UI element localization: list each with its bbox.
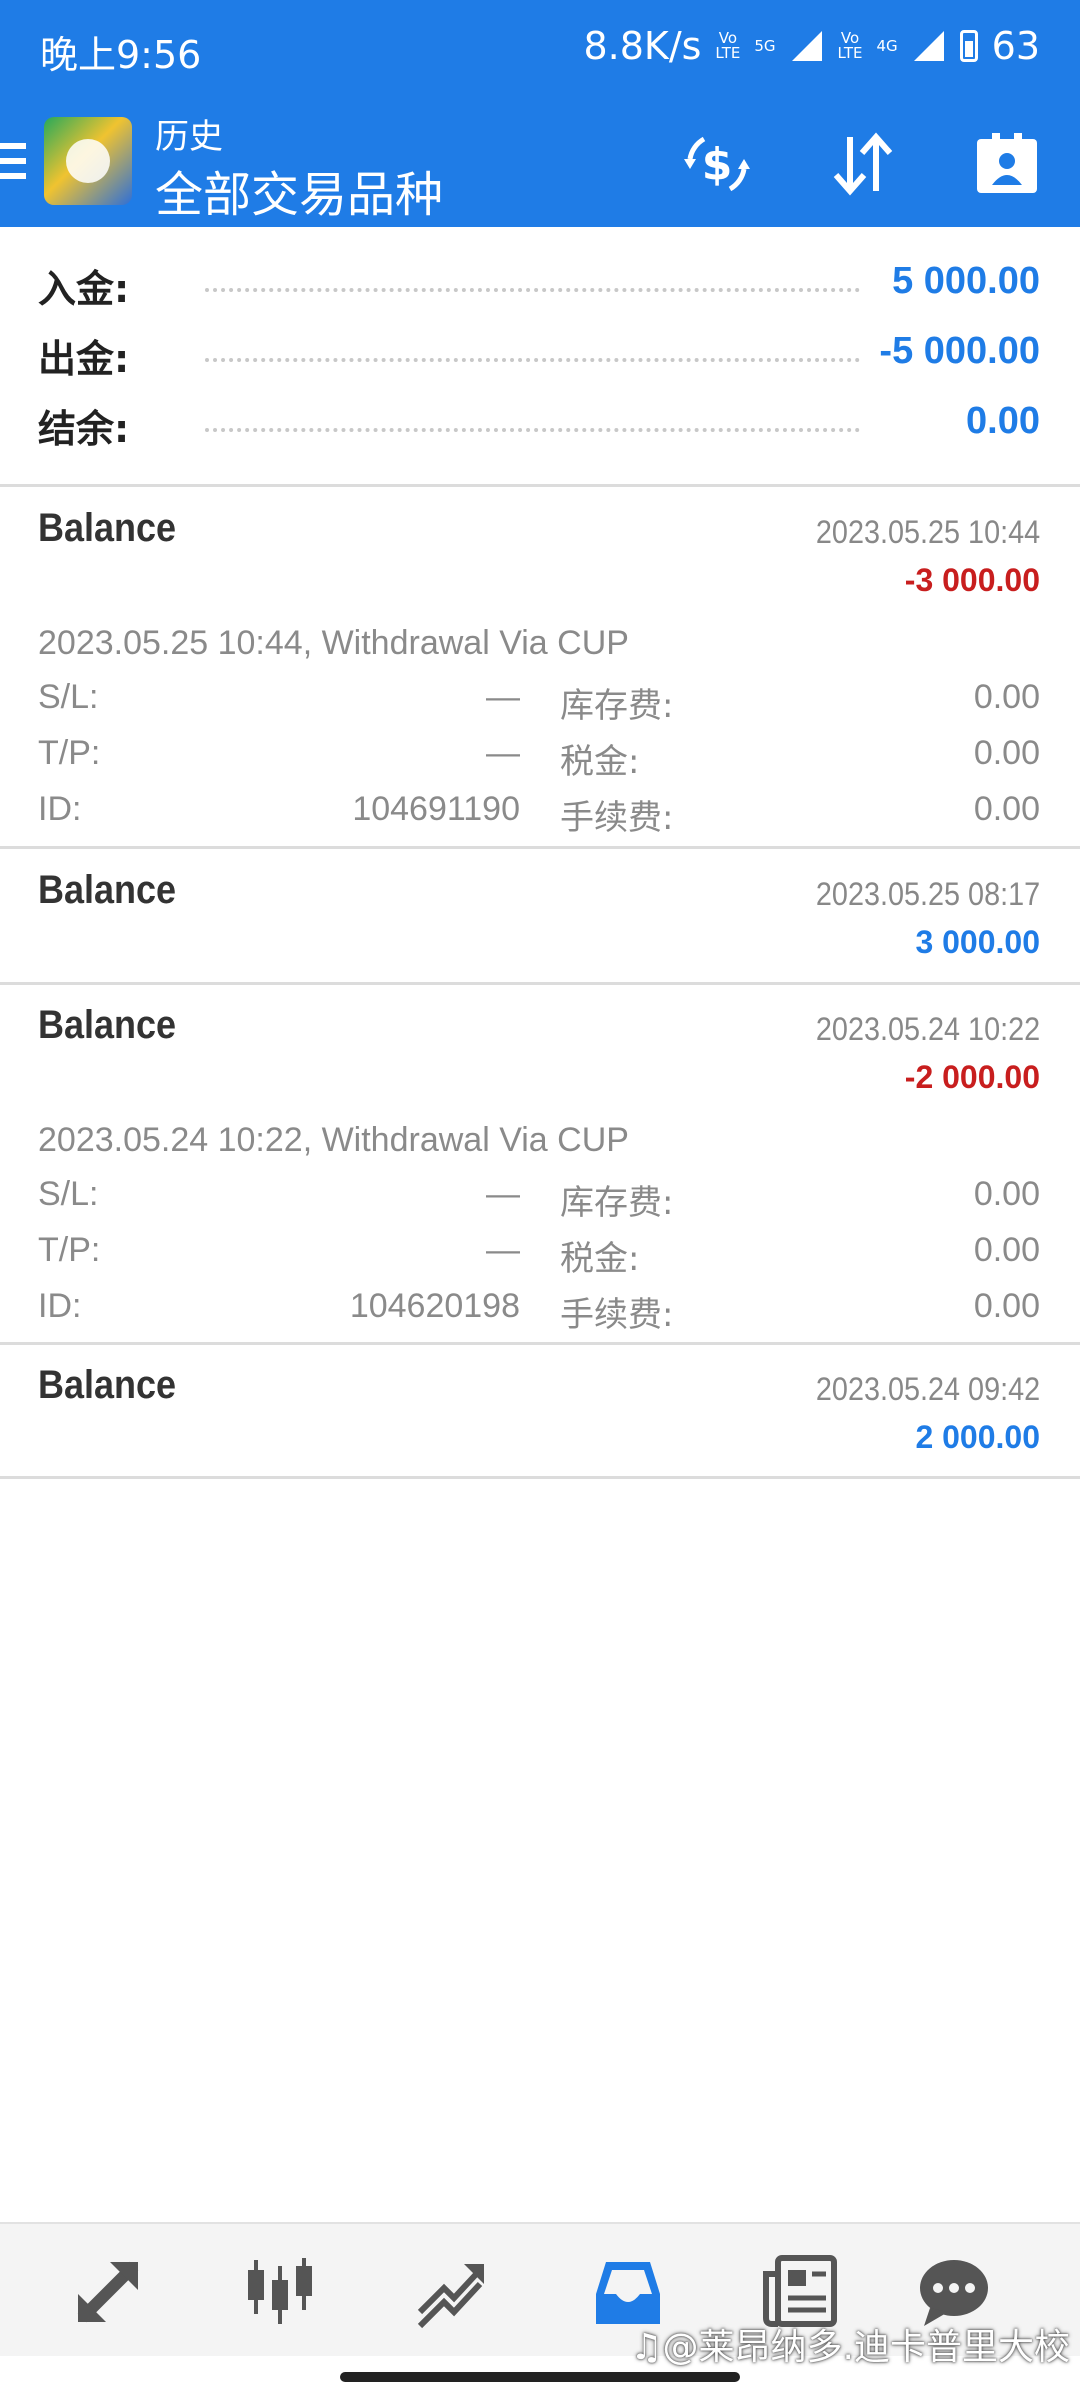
swap-value: 0.00 bbox=[973, 1175, 1040, 1213]
sl-value: — bbox=[486, 1175, 520, 1213]
entry-date: 2023.05.25 08:17 bbox=[815, 876, 1040, 912]
entry-comment: 2023.05.24 10:22, Withdrawal Via CUP bbox=[38, 1121, 629, 1159]
net-speed: 8.8K/s bbox=[583, 24, 702, 68]
divider bbox=[0, 1476, 1080, 1479]
watermark: ♫@莱昂纳多.迪卡普里大校 bbox=[630, 2327, 1070, 2368]
quotes-icon[interactable] bbox=[70, 2254, 146, 2330]
currency-exchange-icon[interactable]: $ bbox=[682, 129, 752, 199]
fee-label: 手续费: bbox=[560, 798, 674, 838]
volte-icon-2: Vo LTE bbox=[837, 29, 863, 62]
dotted-leader bbox=[205, 428, 860, 432]
status-bar: 晚上9:56 8.8K/s Vo LTE 5G Vo LTE 4G 63 bbox=[0, 0, 1080, 95]
entry-type: Balance bbox=[38, 868, 177, 912]
deposit-value: 5 000.00 bbox=[892, 260, 1040, 302]
tax-label: 税金: bbox=[560, 1239, 640, 1279]
watermark-text: @莱昂纳多.迪卡普里大校 bbox=[662, 2327, 1070, 2368]
signal-icon bbox=[791, 31, 822, 61]
volte-icon: Vo LTE bbox=[715, 29, 741, 62]
entry-type: Balance bbox=[38, 506, 177, 550]
entry-amount: -2 000.00 bbox=[904, 1059, 1040, 1095]
swap-label: 库存费: bbox=[560, 1183, 674, 1223]
sort-icon[interactable] bbox=[828, 129, 898, 199]
tp-label: T/P: bbox=[38, 734, 101, 772]
id-value: 104691190 bbox=[352, 790, 520, 828]
history-entry[interactable]: Balance 2023.05.24 09:42 2 000.00 bbox=[0, 1345, 1080, 1475]
status-time: 晚上9:56 bbox=[40, 33, 202, 77]
battery-icon bbox=[959, 30, 978, 62]
entry-date: 2023.05.24 09:42 bbox=[815, 1371, 1040, 1407]
chart-icon[interactable] bbox=[242, 2254, 318, 2330]
entry-amount: 2 000.00 bbox=[915, 1419, 1040, 1455]
history-entry[interactable]: Balance 2023.05.25 08:17 3 000.00 bbox=[0, 850, 1080, 980]
trade-icon[interactable] bbox=[414, 2254, 490, 2330]
divider bbox=[0, 846, 1080, 849]
menu-icon[interactable] bbox=[0, 143, 26, 179]
home-indicator[interactable] bbox=[340, 2372, 740, 2382]
status-right: 8.8K/s Vo LTE 5G Vo LTE 4G 63 bbox=[583, 24, 1040, 68]
fee-value: 0.00 bbox=[973, 790, 1040, 828]
entry-date: 2023.05.24 10:22 bbox=[815, 1011, 1040, 1047]
header-title[interactable]: 全部交易品种 bbox=[155, 155, 443, 225]
entry-amount: 3 000.00 bbox=[915, 924, 1040, 960]
history-entry[interactable]: Balance 2023.05.24 10:22 -2 000.00 2023.… bbox=[0, 985, 1080, 1341]
sl-label: S/L: bbox=[38, 1175, 99, 1213]
app-logo bbox=[44, 117, 132, 205]
sim1-tag: 5G bbox=[754, 36, 776, 55]
dotted-leader bbox=[205, 358, 860, 362]
summary-panel: 入金: 5 000.00 出金: -5 000.00 结余: 0.00 bbox=[0, 258, 1080, 468]
id-label: ID: bbox=[38, 1287, 82, 1325]
entry-comment: 2023.05.25 10:44, Withdrawal Via CUP bbox=[38, 624, 629, 662]
dotted-leader bbox=[205, 288, 860, 292]
deposit-row: 入金: 5 000.00 bbox=[0, 258, 1080, 328]
report-icon[interactable] bbox=[972, 129, 1042, 199]
tp-value: — bbox=[486, 734, 520, 772]
tp-label: T/P: bbox=[38, 1231, 101, 1269]
tp-value: — bbox=[486, 1231, 520, 1269]
entry-type: Balance bbox=[38, 1363, 177, 1407]
svg-text:$: $ bbox=[702, 139, 733, 190]
history-entry[interactable]: Balance 2023.05.25 10:44 -3 000.00 2023.… bbox=[0, 488, 1080, 844]
battery-level: 63 bbox=[991, 24, 1040, 68]
divider bbox=[0, 484, 1080, 487]
balance-value: 0.00 bbox=[966, 400, 1040, 442]
entry-type: Balance bbox=[38, 1003, 177, 1047]
deposit-label: 入金: bbox=[38, 267, 130, 311]
swap-label: 库存费: bbox=[560, 686, 674, 726]
swap-value: 0.00 bbox=[973, 678, 1040, 716]
withdraw-label: 出金: bbox=[38, 337, 130, 381]
fee-value: 0.00 bbox=[973, 1287, 1040, 1325]
sl-label: S/L: bbox=[38, 678, 99, 716]
header-subtitle: 历史 bbox=[155, 118, 223, 156]
fee-label: 手续费: bbox=[560, 1295, 674, 1335]
balance-row: 结余: 0.00 bbox=[0, 398, 1080, 468]
tax-label: 税金: bbox=[560, 742, 640, 782]
balance-label: 结余: bbox=[38, 407, 130, 451]
sl-value: — bbox=[486, 678, 520, 716]
entry-date: 2023.05.25 10:44 bbox=[815, 514, 1040, 550]
id-label: ID: bbox=[38, 790, 82, 828]
id-value: 104620198 bbox=[349, 1287, 520, 1325]
entry-amount: -3 000.00 bbox=[904, 562, 1040, 598]
sim2-tag: 4G bbox=[876, 36, 898, 55]
tax-value: 0.00 bbox=[973, 1231, 1040, 1269]
withdraw-value: -5 000.00 bbox=[879, 330, 1040, 372]
app-bar: 历史 全部交易品种 $ bbox=[0, 95, 1080, 227]
signal-icon-2 bbox=[913, 31, 944, 61]
withdraw-row: 出金: -5 000.00 bbox=[0, 328, 1080, 398]
tax-value: 0.00 bbox=[973, 734, 1040, 772]
